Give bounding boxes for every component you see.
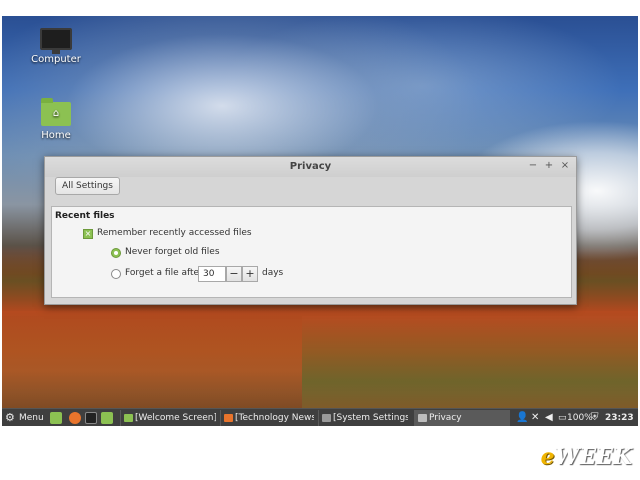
window-titlebar[interactable]: Privacy − + ×: [45, 157, 576, 177]
task-privacy[interactable]: Privacy: [414, 410, 510, 426]
task-label: [Technology News...: [235, 413, 314, 423]
watermark-rest: WEEK: [554, 444, 632, 470]
clock[interactable]: 23:23: [605, 411, 634, 425]
window-title: Privacy: [289, 161, 332, 172]
privacy-app-icon: [418, 414, 427, 422]
show-desktop-icon[interactable]: [50, 412, 62, 424]
computer-icon: [40, 28, 72, 54]
forget-after-label: Forget a file after: [125, 268, 203, 278]
task-label: [System Settings]: [333, 413, 408, 423]
task-welcome-screen[interactable]: [Welcome Screen]: [120, 410, 216, 426]
section-title: Recent files: [55, 211, 115, 221]
task-label: [Welcome Screen]: [135, 413, 216, 423]
firefox-icon[interactable]: [69, 412, 81, 424]
forget-days-input[interactable]: 30: [198, 266, 226, 282]
task-system-settings[interactable]: [System Settings]: [318, 410, 408, 426]
desktop-icon-home[interactable]: ⌂ Home: [21, 98, 91, 141]
watermark-e: e: [540, 444, 555, 470]
privacy-window: Privacy − + × All Settings Recent files …: [44, 156, 577, 305]
shield-icon[interactable]: ⛨: [591, 411, 599, 425]
all-settings-button[interactable]: All Settings: [55, 177, 120, 195]
remember-files-checkbox[interactable]: ×: [83, 229, 93, 239]
volume-icon[interactable]: ◀: [545, 411, 553, 425]
battery-level: 100%: [567, 413, 593, 423]
user-icon[interactable]: 👤: [516, 411, 528, 425]
forget-after-radio[interactable]: [111, 269, 121, 279]
eweek-watermark: eWEEK: [541, 444, 632, 470]
days-unit-label: days: [262, 268, 284, 278]
welcome-app-icon: [124, 414, 133, 422]
task-technology-news[interactable]: [Technology News...: [220, 410, 314, 426]
menu-button[interactable]: Menu: [19, 411, 44, 425]
battery-icon[interactable]: ▭: [558, 411, 567, 425]
close-button[interactable]: ×: [558, 159, 572, 173]
increment-days-button[interactable]: +: [242, 266, 258, 282]
network-icon[interactable]: ✕: [531, 411, 539, 425]
settings-app-icon: [322, 414, 331, 422]
desktop-icon-label: Computer: [31, 54, 81, 65]
browser-app-icon: [224, 414, 233, 422]
remember-files-label: Remember recently accessed files: [97, 228, 252, 238]
recent-files-panel: Recent files × Remember recently accesse…: [51, 206, 572, 298]
files-icon[interactable]: [101, 412, 113, 424]
minimize-button[interactable]: −: [526, 159, 540, 173]
home-folder-icon: ⌂: [41, 98, 71, 126]
desktop-icon-label: Home: [41, 130, 71, 141]
decrement-days-button[interactable]: −: [226, 266, 242, 282]
menu-gear-icon: ⚙: [5, 411, 15, 424]
never-forget-label: Never forget old files: [125, 247, 220, 257]
never-forget-radio[interactable]: [111, 248, 121, 258]
terminal-icon[interactable]: [85, 412, 97, 424]
window-toolbar: All Settings: [45, 177, 576, 199]
maximize-button[interactable]: +: [542, 159, 556, 173]
taskbar: ⚙ Menu [Welcome Screen] [Technology News…: [2, 408, 638, 426]
desktop-icon-computer[interactable]: Computer: [21, 28, 91, 65]
task-label: Privacy: [429, 413, 462, 423]
